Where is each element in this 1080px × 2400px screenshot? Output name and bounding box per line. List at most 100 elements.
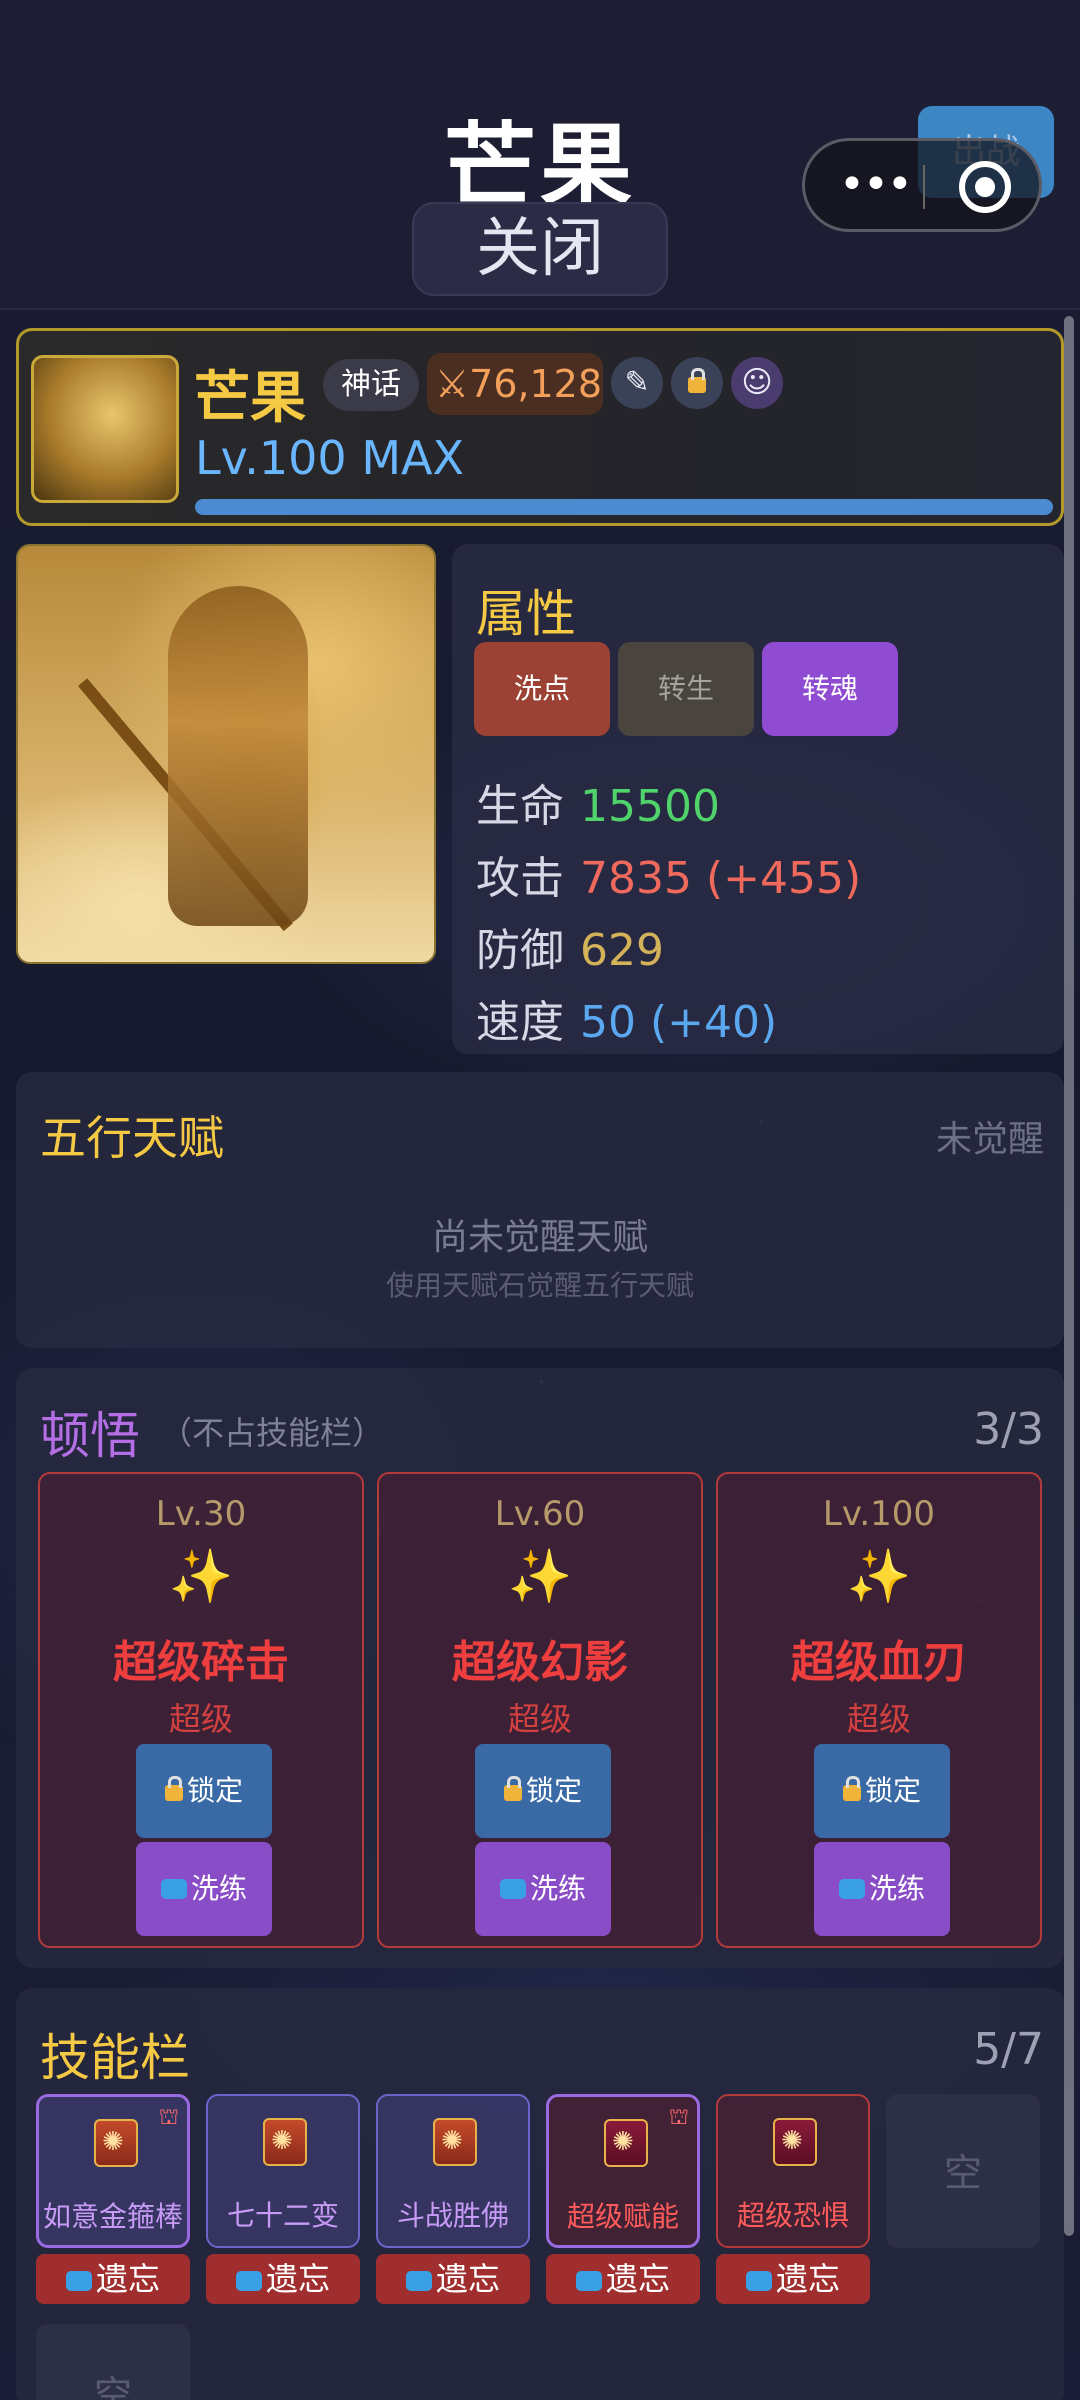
empty-label: 空 — [943, 2151, 982, 2195]
tv-ad-icon — [575, 2271, 602, 2291]
appearance-icon[interactable]: ☺ — [731, 357, 783, 409]
forget-label: 遗忘 — [775, 2260, 840, 2298]
five-elements-talent-panel: 五行天赋 未觉醒 尚未觉醒天赋 使用天赋石觉醒五行天赋 — [16, 1072, 1064, 1348]
skill-slot[interactable]: 斗战胜佛 — [376, 2094, 530, 2248]
card-level: Lv.100 — [822, 1494, 936, 1534]
lock-button[interactable]: 锁定 — [814, 1744, 950, 1838]
enlighten-title: 顿悟 — [40, 1407, 140, 1465]
card-grade: 超级 — [846, 1700, 911, 1738]
forget-button[interactable]: 遗忘 — [36, 2254, 190, 2304]
lock-icon[interactable] — [671, 357, 723, 409]
lock-icon — [842, 1776, 861, 1801]
skill-name: 七十二变 — [226, 2199, 339, 2232]
skill-name: 超级恐惧 — [736, 2199, 849, 2232]
skill-name: 斗战胜佛 — [396, 2199, 509, 2232]
reroll-button[interactable]: 洗练 — [475, 1842, 611, 1936]
upgrade-marker-icon: ⛫ — [158, 2105, 179, 2130]
tv-ad-icon — [235, 2271, 262, 2291]
close-miniprogram-icon[interactable] — [959, 161, 1011, 213]
card-grade: 超级 — [168, 1700, 233, 1738]
stat-speed: 速度 50 (+40) — [476, 986, 777, 1050]
skill-bar-title: 技能栏 — [40, 2029, 190, 2087]
hero-name: 芒果 — [194, 366, 306, 431]
tv-ad-icon — [745, 2271, 772, 2291]
header: 芒果 关闭 出战 ••• — [0, 0, 1080, 310]
exp-bar — [195, 499, 1053, 515]
sparkle-icon: ✨ — [168, 1547, 234, 1607]
skill-book-icon — [263, 2118, 307, 2166]
scrollbar[interactable] — [1064, 316, 1074, 2236]
hero-summary: 芒果 神话 ⚔76,128 ✎ ☺ Lv.100 MAX — [16, 328, 1064, 526]
stat-attack: 攻击 7835 (+455) — [476, 842, 861, 906]
enlighten-card[interactable]: Lv.60 ✨ 超级幻影 超级 锁定 洗练 — [377, 1472, 703, 1948]
skill-slot[interactable]: 超级恐惧 — [716, 2094, 870, 2248]
power-value: ⚔76,128 — [427, 353, 603, 415]
hero-portrait — [16, 544, 436, 964]
stat-value: 629 — [580, 925, 664, 976]
reroll-button[interactable]: 洗练 — [814, 1842, 950, 1936]
sparkle-icon: ✨ — [846, 1547, 912, 1607]
card-skill-name: 超级血刃 — [791, 1637, 967, 1688]
forget-label: 遗忘 — [605, 2260, 670, 2298]
stat-hp: 生命 15500 — [476, 770, 720, 834]
more-icon[interactable]: ••• — [839, 163, 913, 207]
forget-button[interactable]: 遗忘 — [376, 2254, 530, 2304]
card-grade: 超级 — [507, 1700, 572, 1738]
stat-label: 生命 — [476, 781, 564, 832]
skill-bar-panel: 技能栏 5/7 ⛫ 如意金箍棒 遗忘 七十二变 遗忘 斗战胜佛 遗忘 ⛫ 超级赋… — [16, 1988, 1064, 2400]
reroll-label: 洗练 — [529, 1872, 586, 1905]
skill-slot[interactable]: ⛫ 超级赋能 — [546, 2094, 700, 2248]
skill-book-icon — [773, 2118, 817, 2166]
stat-label: 速度 — [476, 997, 564, 1048]
talent-message: 尚未觉醒天赋 — [431, 1217, 648, 1258]
forget-label: 遗忘 — [265, 2260, 330, 2298]
reset-points-button[interactable]: 洗点 — [474, 642, 610, 736]
tv-ad-icon — [65, 2271, 92, 2291]
close-button[interactable]: 关闭 — [412, 202, 668, 296]
forget-button[interactable]: 遗忘 — [206, 2254, 360, 2304]
enlighten-panel: 顿悟 （不占技能栏） 3/3 Lv.30 ✨ 超级碎击 超级 锁定 洗练 Lv.… — [16, 1368, 1064, 1968]
skill-name: 如意金箍棒 — [42, 2200, 183, 2233]
card-level: Lv.30 — [155, 1494, 247, 1534]
empty-skill-slot[interactable]: 空 — [36, 2324, 190, 2400]
lock-label: 锁定 — [864, 1774, 921, 1807]
skill-slot[interactable]: 七十二变 — [206, 2094, 360, 2248]
empty-skill-slot[interactable]: 空 — [886, 2094, 1040, 2248]
skill-slot[interactable]: ⛫ 如意金箍棒 — [36, 2094, 190, 2248]
attributes-panel: 属性 洗点 转生 转魂 生命 15500 攻击 7835 (+455) 防御 629 … — [452, 544, 1064, 1054]
lock-label: 锁定 — [186, 1774, 243, 1807]
forget-button[interactable]: 遗忘 — [716, 2254, 870, 2304]
enlighten-card[interactable]: Lv.30 ✨ 超级碎击 超级 锁定 洗练 — [38, 1472, 364, 1948]
stat-label: 防御 — [476, 925, 564, 976]
soul-transfer-button[interactable]: 转魂 — [762, 642, 898, 736]
upgrade-marker-icon: ⛫ — [668, 2105, 689, 2130]
talent-title: 五行天赋 — [40, 1111, 224, 1165]
lock-icon — [503, 1776, 522, 1801]
stat-value: 7835 (+455) — [580, 853, 862, 904]
sparkle-icon: ✨ — [507, 1547, 573, 1607]
reroll-label: 洗练 — [190, 1872, 247, 1905]
stat-label: 攻击 — [476, 853, 564, 904]
lock-button[interactable]: 锁定 — [136, 1744, 272, 1838]
enlighten-card[interactable]: Lv.100 ✨ 超级血刃 超级 锁定 洗练 — [716, 1472, 1042, 1948]
empty-label: 空 — [93, 2373, 132, 2400]
capsule-divider — [923, 165, 925, 209]
lock-button[interactable]: 锁定 — [475, 1744, 611, 1838]
forget-button[interactable]: 遗忘 — [546, 2254, 700, 2304]
skill-bar-count: 5/7 — [973, 2024, 1044, 2075]
talent-status: 未觉醒 — [935, 1119, 1044, 1160]
tv-ad-icon — [499, 1879, 526, 1899]
rarity-badge: 神话 — [323, 359, 419, 411]
enlighten-count: 3/3 — [973, 1404, 1044, 1455]
stat-defense: 防御 629 — [476, 914, 664, 978]
talent-hint: 使用天赋石觉醒五行天赋 — [385, 1269, 694, 1302]
skill-name: 超级赋能 — [566, 2200, 679, 2233]
tv-ad-icon — [160, 1879, 187, 1899]
reroll-button[interactable]: 洗练 — [136, 1842, 272, 1936]
exp-bar-fill — [195, 499, 1053, 515]
stat-value: 50 (+40) — [580, 997, 778, 1048]
skill-book-icon — [433, 2118, 477, 2166]
tv-ad-icon — [838, 1879, 865, 1899]
rename-pencil-icon[interactable]: ✎ — [611, 357, 663, 409]
rebirth-button[interactable]: 转生 — [618, 642, 754, 736]
